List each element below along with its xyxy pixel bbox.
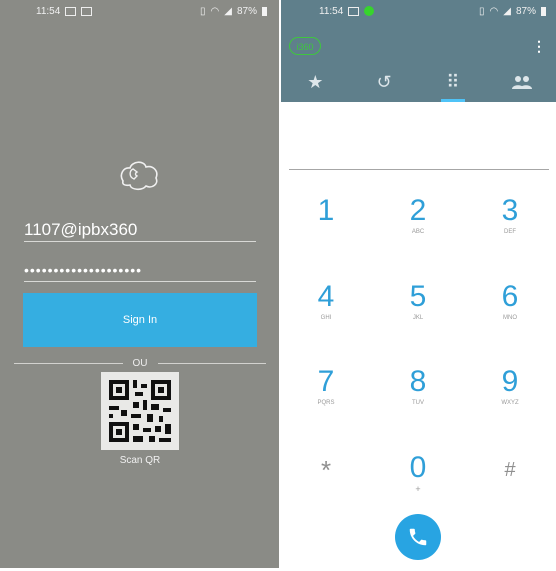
key-letters: ABC <box>411 229 425 235</box>
key-digit: 3 <box>501 194 519 227</box>
key-digit: 6 <box>501 280 519 313</box>
key-letters: JKL <box>412 315 424 321</box>
key-letters: TUV <box>412 400 424 406</box>
status-time: 11:54 <box>36 5 61 17</box>
key-digit: 9 <box>501 365 519 398</box>
key-letters: MNO <box>503 315 517 321</box>
tab-history[interactable]: ↺ <box>350 62 419 102</box>
dial-key-hash[interactable]: # <box>465 454 555 510</box>
qr-code-icon <box>109 380 171 442</box>
laptop-icon <box>81 6 93 16</box>
scan-qr-label: Scan QR <box>119 455 161 466</box>
call-button[interactable] <box>395 514 441 560</box>
battery-percent: 87% <box>515 5 536 17</box>
battery-icon <box>541 6 546 16</box>
app-header: 11:54 ▯ ◠ ◢ 87% i360 ⋮ ★ ↺ ⠿ <box>281 0 556 102</box>
key-letters: DEF <box>504 229 516 235</box>
key-letters: GHI <box>320 315 332 321</box>
dial-key-1[interactable]: 1 <box>281 195 371 251</box>
signal-icon: ◢ <box>503 5 511 17</box>
contacts-icon <box>511 76 532 89</box>
key-digit: 5 <box>409 280 427 313</box>
password-field[interactable]: •••••••••••••••••••• <box>24 262 256 282</box>
key-letters: WXYZ <box>501 400 519 406</box>
dialpad-icon: ⠿ <box>446 71 460 92</box>
dial-key-3[interactable]: 3 DEF <box>465 195 555 251</box>
key-digit: 7 <box>317 365 335 398</box>
dial-key-0[interactable]: 0 + <box>373 452 463 508</box>
history-icon: ↺ <box>376 71 392 92</box>
active-call-dot-icon <box>364 6 375 16</box>
star-icon: ★ <box>307 71 324 92</box>
vibrate-icon: ▯ <box>479 5 485 17</box>
vibrate-icon: ▯ <box>200 5 206 17</box>
tab-contacts[interactable] <box>487 62 556 102</box>
status-bar: 11:54 ▯ ◠ ◢ 87% <box>0 0 279 22</box>
qr-code-button[interactable] <box>101 372 179 450</box>
tab-bar: ★ ↺ ⠿ <box>281 62 556 102</box>
login-screen: 11:54 ▯ ◠ ◢ 87% 1107@ipbx360 •••••••••••… <box>0 0 279 568</box>
key-digit: # <box>504 459 516 481</box>
key-digit: 1 <box>317 194 335 227</box>
app-logo <box>120 161 158 191</box>
dial-key-5[interactable]: 5 JKL <box>373 281 463 337</box>
battery-percent: 87% <box>236 5 257 17</box>
dial-key-9[interactable]: 9 WXYZ <box>465 366 555 422</box>
dialer-screen: 11:54 ▯ ◠ ◢ 87% i360 ⋮ ★ ↺ ⠿ 1 2 ABC 3 D… <box>281 0 556 568</box>
dial-key-8[interactable]: 8 TUV <box>373 366 463 422</box>
key-digit: 4 <box>317 280 335 313</box>
username-field[interactable]: 1107@ipbx360 <box>24 219 256 242</box>
or-separator: OU <box>14 358 266 369</box>
dial-key-4[interactable]: 4 GHI <box>281 281 371 337</box>
wifi-icon: ◠ <box>210 5 220 17</box>
dial-key-2[interactable]: 2 ABC <box>373 195 463 251</box>
key-digit: * <box>320 455 332 485</box>
separator-text: OU <box>132 358 148 369</box>
status-bar: 11:54 ▯ ◠ ◢ 87% <box>281 0 556 22</box>
laptop-icon <box>348 6 360 16</box>
tab-favorites[interactable]: ★ <box>281 62 350 102</box>
dial-key-6[interactable]: 6 MNO <box>465 281 555 337</box>
gallery-icon <box>65 6 77 16</box>
key-digit: 2 <box>409 194 427 227</box>
status-time: 11:54 <box>319 5 344 17</box>
phone-icon <box>409 528 427 546</box>
separator-line-left <box>14 363 123 364</box>
wifi-icon: ◠ <box>489 5 499 17</box>
battery-icon <box>262 6 267 16</box>
signal-icon: ◢ <box>224 5 232 17</box>
number-input-line[interactable] <box>289 169 549 170</box>
account-badge[interactable]: i360 <box>289 37 321 55</box>
separator-line-right <box>157 363 266 364</box>
sign-in-button[interactable]: Sign In <box>23 293 257 347</box>
tab-dialpad[interactable]: ⠿ <box>419 62 488 102</box>
dial-key-7[interactable]: 7 PQRS <box>281 366 371 422</box>
key-letters: PQRS <box>317 400 335 406</box>
key-digit: 0 <box>409 451 427 484</box>
key-letters: + <box>415 484 421 494</box>
more-options-icon[interactable]: ⋮ <box>532 39 546 53</box>
key-digit: 8 <box>409 365 427 398</box>
dial-key-star[interactable]: * <box>281 454 371 510</box>
